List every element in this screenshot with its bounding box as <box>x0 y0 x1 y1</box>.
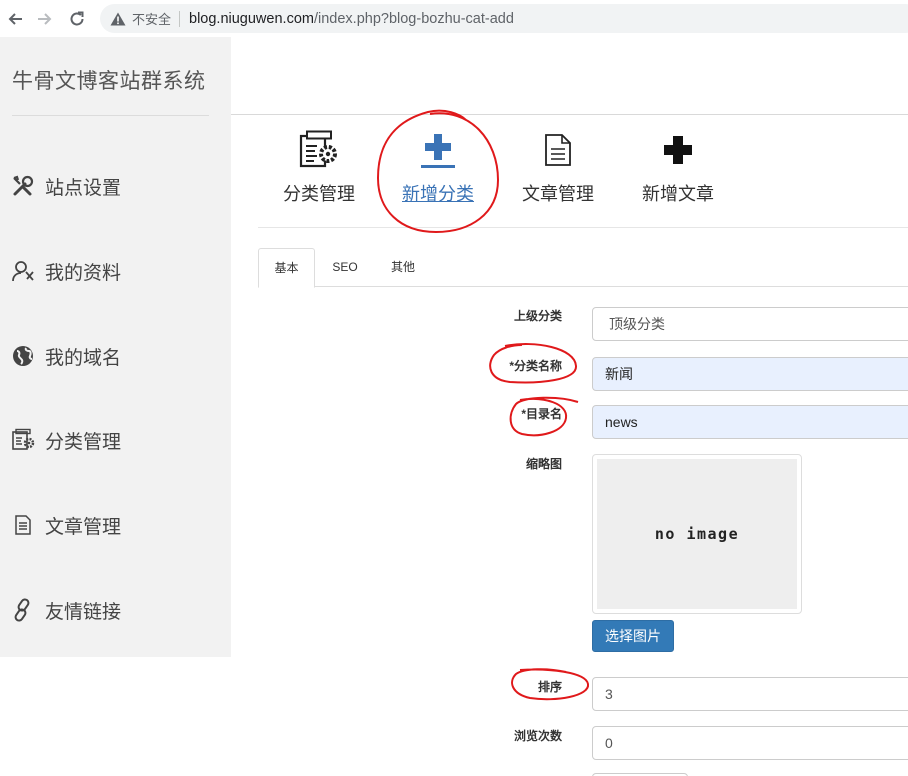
directory-name-value: news <box>605 414 638 430</box>
sidebar-item-label: 站点设置 <box>45 177 122 199</box>
sidebar-item-my-profile[interactable]: 我的资料 <box>10 256 121 286</box>
insecure-label: 不安全 <box>132 12 172 27</box>
view-count-value: 0 <box>605 735 613 751</box>
globe-icon <box>10 343 36 369</box>
parent-category-label: 上级分类 <box>513 309 562 323</box>
sidebar-item-label: 我的域名 <box>45 347 122 369</box>
tab-basic[interactable]: 基本 <box>258 248 315 288</box>
directory-name-label: *目录名 <box>521 407 562 421</box>
user-icon <box>10 258 36 284</box>
sidebar-item-category-management[interactable]: 分类管理 <box>10 425 121 455</box>
toolbar-label: 文章管理 <box>522 184 594 204</box>
sidebar-item-label: 分类管理 <box>45 431 122 453</box>
add-underline-icon <box>383 130 493 170</box>
reload-button[interactable] <box>66 8 88 30</box>
arrow-left-icon <box>8 13 22 25</box>
parent-category-value: 顶级分类 <box>609 316 665 332</box>
page: 不安全 blog.niuguwen.com/index.php?blog-boz… <box>0 0 908 776</box>
sort-input[interactable]: 3 <box>592 677 908 711</box>
brand-divider <box>12 115 209 116</box>
address-bar[interactable]: 不安全 blog.niuguwen.com/index.php?blog-boz… <box>100 4 908 33</box>
url-path: /index.php?blog-bozhu-cat-add <box>313 10 514 27</box>
tab-other[interactable]: 其他 <box>376 248 430 287</box>
view-count-label: 浏览次数 <box>513 729 562 743</box>
form-tabs: 基本 SEO 其他 <box>258 248 908 288</box>
plus-icon <box>623 130 733 170</box>
sort-value: 3 <box>605 686 613 702</box>
header-divider <box>231 114 908 115</box>
toolbar-divider <box>258 227 908 228</box>
sidebar-item-friend-links[interactable]: 友情链接 <box>10 595 121 625</box>
category-name-value: 新闻 <box>605 366 633 382</box>
sidebar-item-label: 友情链接 <box>45 601 122 623</box>
thumbnail-preview: no image <box>592 454 802 614</box>
toolbar-category-management[interactable]: 分类管理 <box>264 130 374 206</box>
url-separator <box>179 10 181 27</box>
toolbar-article-management[interactable]: 文章管理 <box>503 130 613 206</box>
sidebar-item-site-settings[interactable]: 站点设置 <box>10 171 121 201</box>
forward-button[interactable] <box>34 8 56 30</box>
view-count-input[interactable]: 0 <box>592 726 908 760</box>
parent-category-select[interactable]: 顶级分类 <box>592 307 908 341</box>
thumbnail-label: 缩略图 <box>525 457 562 471</box>
category-settings-icon <box>264 130 374 170</box>
directory-name-input[interactable]: news <box>592 405 908 439</box>
toolbar-label: 分类管理 <box>283 184 355 204</box>
warning-icon <box>110 12 126 26</box>
category-settings-icon <box>10 427 36 453</box>
arrow-right-icon <box>38 13 52 25</box>
sidebar-item-my-domain[interactable]: 我的域名 <box>10 341 121 371</box>
tab-seo[interactable]: SEO <box>318 248 372 287</box>
site-brand: 牛骨文博客站群系统 <box>12 70 206 93</box>
toolbar-add-category[interactable]: 新增分类 <box>383 130 493 206</box>
sidebar-item-label: 文章管理 <box>45 516 122 538</box>
category-name-label: *分类名称 <box>509 359 562 373</box>
url-text: blog.niuguwen.com/index.php?blog-bozhu-c… <box>189 11 514 27</box>
select-image-button[interactable]: 选择图片 <box>592 620 674 652</box>
toolbar-label: 新增分类 <box>402 184 474 204</box>
document-icon <box>503 130 613 170</box>
link-icon <box>10 597 36 623</box>
sidebar-item-article-management[interactable]: 文章管理 <box>10 510 121 540</box>
url-host: blog.niuguwen.com <box>189 10 314 27</box>
toolbar-label: 新增文章 <box>642 184 714 204</box>
back-button[interactable] <box>4 8 26 30</box>
category-name-input[interactable]: 新闻 <box>592 357 908 391</box>
no-image-placeholder: no image <box>597 459 797 609</box>
tools-icon <box>10 173 36 199</box>
browser-toolbar: 不安全 blog.niuguwen.com/index.php?blog-boz… <box>0 0 908 37</box>
sort-label: 排序 <box>537 680 562 694</box>
document-icon <box>10 512 36 538</box>
toolbar-add-article[interactable]: 新增文章 <box>623 130 733 206</box>
reload-icon <box>70 11 84 26</box>
sidebar-item-label: 我的资料 <box>45 262 122 284</box>
sidebar: 牛骨文博客站群系统 站点设置 我的资料 我的域名 分类管理 文章管理 友情链接 <box>0 37 231 657</box>
